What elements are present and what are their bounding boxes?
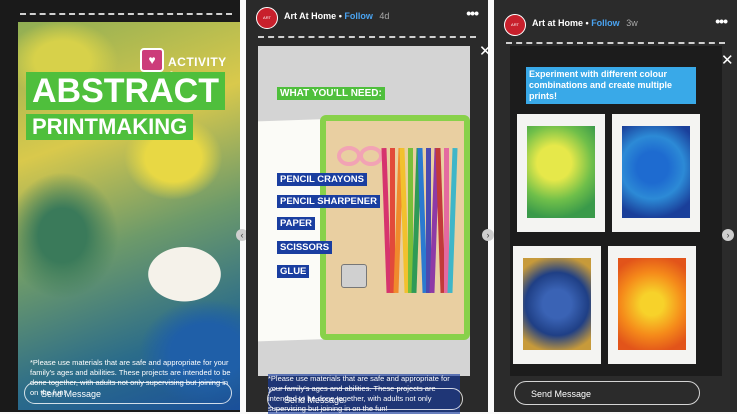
chevron-right-icon[interactable]: › (722, 229, 734, 241)
heart-hands-icon: ♥ (140, 48, 164, 72)
close-icon[interactable]: ✕ (721, 51, 734, 69)
send-message-input[interactable]: Send Message (267, 388, 463, 410)
more-options-icon[interactable]: ••• (715, 13, 728, 29)
story-title-line-2: PRINTMAKING (26, 114, 194, 140)
follow-button[interactable]: Follow (591, 18, 620, 28)
pencil-sharpener-illustration (341, 264, 367, 288)
material-item: SCISSORS (277, 241, 333, 254)
account-name[interactable]: Art At Home (284, 11, 336, 21)
story-caption: Experiment with different colour combina… (526, 67, 696, 104)
follow-button[interactable]: Follow (344, 11, 373, 21)
account-name[interactable]: Art at Home (532, 18, 583, 28)
account-avatar[interactable]: ART (256, 7, 278, 29)
print-navy (513, 246, 601, 364)
close-icon[interactable]: ✕ (479, 42, 492, 60)
story-header: ART Art At Home • Follow 4d ••• (256, 5, 479, 29)
send-message-input[interactable]: Send Message (24, 382, 232, 404)
story-panel-1: ♥ ACTIVITY 1: ABSTRACT PRINTMAKING *Plea… (0, 0, 240, 412)
print-blue (612, 114, 700, 232)
print-orange (608, 246, 696, 364)
material-item: GLUE (277, 265, 310, 278)
material-item: PENCIL CRAYONS (277, 173, 367, 186)
chevron-right-icon[interactable]: › (482, 229, 494, 241)
account-line: Art at Home • Follow 3w (532, 18, 638, 28)
story-title-line-1: ABSTRACT (26, 72, 225, 110)
post-age: 3w (626, 18, 638, 28)
account-line: Art At Home • Follow 4d (284, 11, 390, 21)
post-age: 4d (379, 11, 390, 21)
story-progress-bar (258, 36, 476, 40)
more-options-icon[interactable]: ••• (466, 5, 479, 21)
print-yellow-green (517, 114, 605, 232)
material-item: PAPER (277, 217, 316, 230)
story-progress-bar (20, 13, 232, 17)
story-header: ART Art at Home • Follow 3w ••• (504, 6, 728, 36)
material-item: PENCIL SHARPENER (277, 195, 380, 208)
materials-heading: WHAT YOU'LL NEED: (277, 87, 385, 100)
send-message-input[interactable]: Send Message (514, 381, 700, 405)
account-avatar[interactable]: ART (504, 14, 526, 36)
